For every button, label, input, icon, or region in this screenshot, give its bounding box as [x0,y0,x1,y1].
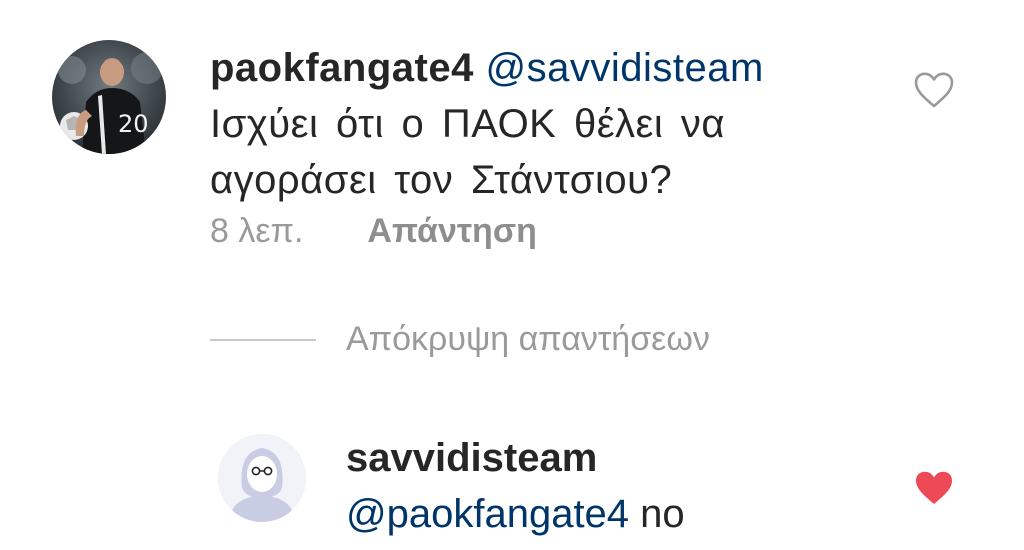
reply-content: @paokfangate4 no [346,486,685,542]
player-photo: 20 [52,40,166,154]
reply-text: no [640,492,685,536]
reply-mention[interactable]: @paokfangate4 [346,492,629,536]
default-user-icon [218,434,306,522]
hide-replies-toggle[interactable]: Απόκρυψη απαντήσεων [210,320,710,359]
comment-text: Ισχύει ότι ο ΠΑΟΚ θέλει να αγοράσει τον … [210,102,726,202]
default-avatar[interactable] [218,434,306,522]
comment-mention[interactable]: @savvidisteam [485,46,763,90]
comment-meta: 8 λεπ. Απάντηση [210,212,537,251]
comment-username[interactable]: paokfangate4 [210,46,474,90]
comment-timestamp: 8 λεπ. [210,212,304,250]
heart-outline-icon[interactable] [914,72,954,108]
comment-body: paokfangate4 @savvidisteam Ισχύει ότι ο … [210,40,850,208]
avatar[interactable]: 20 [52,40,166,154]
hide-replies-label: Απόκρυψη απαντήσεων [346,320,710,358]
comment-thread: 20 paokfangate4 @savvidisteam Ισχύει ότι… [0,0,1024,550]
reply-button[interactable]: Απάντηση [367,212,536,251]
heart-filled-icon[interactable] [914,470,954,506]
svg-text:20: 20 [118,110,149,138]
reply-username[interactable]: savvidisteam [346,430,685,486]
divider-line [210,338,316,341]
reply-body: savvidisteam @paokfangate4 no [346,430,685,542]
